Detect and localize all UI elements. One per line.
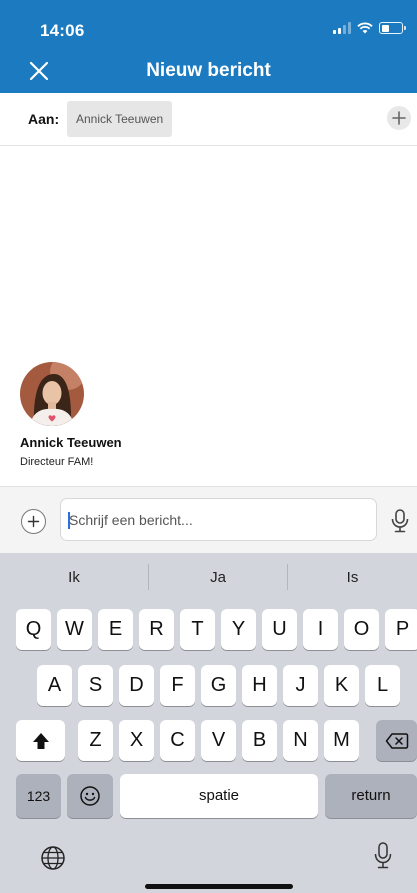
message-input[interactable] xyxy=(60,498,377,541)
contact-title: Directeur FAM! xyxy=(20,456,94,468)
recipient-chip[interactable]: Annick Teeuwen xyxy=(67,101,173,137)
emoji-icon xyxy=(80,786,100,806)
key-g[interactable]: G xyxy=(201,665,236,706)
recipient-row: Aan: Annick Teeuwen xyxy=(0,93,417,146)
key-o[interactable]: O xyxy=(344,609,379,650)
app-header: 14:06 Nieuw bericht xyxy=(0,0,417,93)
space-key[interactable]: spatie xyxy=(120,774,318,818)
key-p[interactable]: P xyxy=(385,609,417,650)
emoji-key[interactable] xyxy=(67,774,113,818)
key-t[interactable]: T xyxy=(180,609,215,650)
key-e[interactable]: E xyxy=(98,609,133,650)
key-z[interactable]: Z xyxy=(78,720,113,761)
status-time: 14:06 xyxy=(40,21,85,40)
backspace-key[interactable] xyxy=(376,720,417,761)
key-y[interactable]: Y xyxy=(221,609,256,650)
page-title: Nieuw bericht xyxy=(146,60,271,81)
add-recipient-icon[interactable] xyxy=(387,106,411,130)
suggestion-1[interactable]: Ik xyxy=(0,553,148,603)
backspace-icon xyxy=(385,733,408,749)
battery-icon xyxy=(379,22,406,34)
key-d[interactable]: D xyxy=(119,665,154,706)
key-h[interactable]: H xyxy=(242,665,277,706)
key-r[interactable]: R xyxy=(139,609,174,650)
key-a[interactable]: A xyxy=(37,665,72,706)
signal-icon xyxy=(333,22,351,34)
key-u[interactable]: U xyxy=(262,609,297,650)
key-m[interactable]: M xyxy=(324,720,359,761)
nav-bar: Nieuw bericht xyxy=(0,50,417,93)
home-indicator[interactable] xyxy=(145,884,293,889)
keyboard: Ik Ja Is Q W E R T Y U I O P A S D F G H… xyxy=(0,553,417,893)
attach-plus-icon[interactable] xyxy=(21,509,46,534)
return-key[interactable]: return xyxy=(325,774,417,818)
shift-key[interactable] xyxy=(16,720,65,761)
key-l[interactable]: L xyxy=(365,665,400,706)
key-w[interactable]: W xyxy=(57,609,92,650)
battery-level xyxy=(381,24,390,32)
key-v[interactable]: V xyxy=(201,720,236,761)
key-b[interactable]: B xyxy=(242,720,277,761)
key-k[interactable]: K xyxy=(324,665,359,706)
key-i[interactable]: I xyxy=(303,609,338,650)
globe-icon[interactable] xyxy=(40,845,66,871)
key-c[interactable]: C xyxy=(160,720,195,761)
key-x[interactable]: X xyxy=(119,720,154,761)
shift-icon xyxy=(32,733,49,749)
text-caret xyxy=(68,512,70,529)
status-bar: 14:06 xyxy=(0,0,417,50)
key-f[interactable]: F xyxy=(160,665,195,706)
key-q[interactable]: Q xyxy=(16,609,51,650)
to-label: Aan: xyxy=(28,111,60,127)
avatar[interactable] xyxy=(20,362,84,426)
status-icons xyxy=(333,22,406,34)
suggestion-2[interactable]: Ja xyxy=(149,553,287,603)
key-j[interactable]: J xyxy=(283,665,318,706)
compose-bar xyxy=(0,486,417,553)
key-n[interactable]: N xyxy=(283,720,318,761)
key-s[interactable]: S xyxy=(78,665,113,706)
dictation-mic-icon[interactable] xyxy=(373,841,393,871)
microphone-icon[interactable] xyxy=(389,508,411,534)
suggestion-3[interactable]: Is xyxy=(288,553,417,603)
contact-name: Annick Teeuwen xyxy=(20,435,122,450)
numbers-key[interactable]: 123 xyxy=(16,774,61,818)
suggestion-bar: Ik Ja Is xyxy=(0,553,417,603)
wifi-icon xyxy=(357,22,373,34)
